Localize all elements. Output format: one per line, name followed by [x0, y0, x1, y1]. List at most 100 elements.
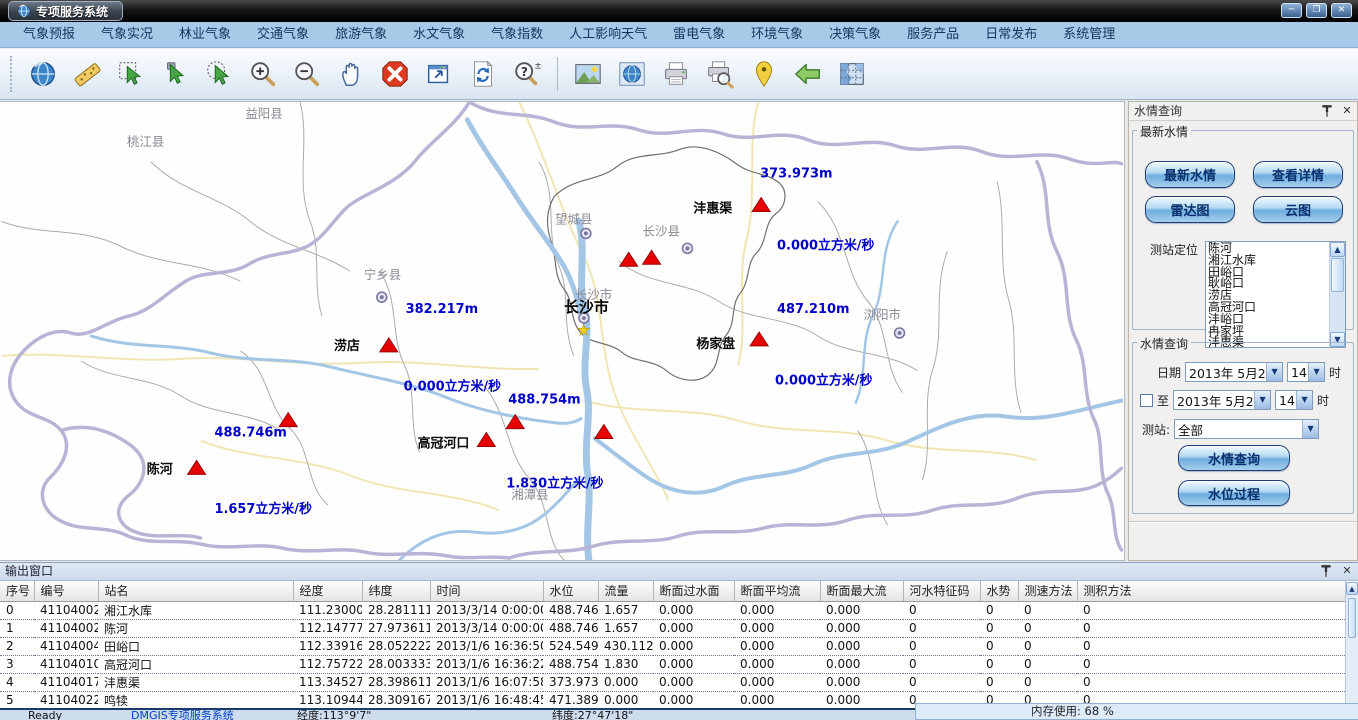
table-row[interactable]: 241104004田峪口112.33916728.0522222013/1/6 … — [0, 637, 1345, 655]
column-header[interactable]: 流量 — [598, 581, 653, 601]
column-header[interactable]: 水势 — [980, 581, 1018, 601]
latest-water-button[interactable]: 查看详情 — [1253, 161, 1343, 188]
help-zoom-button[interactable]: ? ± — [509, 55, 545, 93]
column-header[interactable]: 断面最大流 — [820, 581, 903, 601]
menu-item[interactable]: 气象预报 — [10, 22, 88, 48]
column-header[interactable]: 序号 — [0, 581, 34, 601]
output-close-icon[interactable]: ✕ — [1340, 564, 1354, 578]
hour-dropdown-icon[interactable]: ▼ — [1308, 363, 1324, 381]
export-window-button[interactable] — [421, 55, 457, 93]
table-row[interactable]: 141104002陈河112.14777827.9736112013/3/14 … — [0, 619, 1345, 637]
hour2-dropdown-icon[interactable]: ▼ — [1296, 391, 1312, 409]
globe-image-button[interactable] — [614, 55, 650, 93]
station-triangle-marker[interactable] — [752, 198, 770, 212]
restore-button[interactable]: ❐ — [1306, 3, 1327, 18]
column-header[interactable]: 测速方法 — [1018, 581, 1077, 601]
column-header[interactable]: 测积方法 — [1077, 581, 1345, 601]
station-triangle-marker[interactable] — [188, 460, 206, 474]
menu-item[interactable]: 雷电气象 — [660, 22, 738, 48]
location-pin-button[interactable] — [746, 55, 782, 93]
zoom-in-button[interactable] — [245, 55, 281, 93]
hour2-combo[interactable]: 14 ▼ — [1275, 390, 1313, 410]
menu-item[interactable]: 交通气象 — [244, 22, 322, 48]
column-header[interactable]: 站名 — [98, 581, 293, 601]
hour2-suffix-label: 时 — [1317, 392, 1329, 409]
menu-item[interactable]: 旅游气象 — [322, 22, 400, 48]
map-annotation: 1.657立方米/秒 — [215, 501, 312, 517]
output-scroll-thumb[interactable] — [1348, 598, 1356, 638]
column-header[interactable]: 断面平均流 — [734, 581, 820, 601]
column-header[interactable]: 河水特征码 — [903, 581, 980, 601]
station-triangle-marker[interactable] — [620, 252, 638, 266]
menu-item[interactable]: 水文气象 — [400, 22, 478, 48]
table-row[interactable]: 341104010高冠河口112.75722228.0033332013/1/6… — [0, 655, 1345, 673]
close-button[interactable]: ✕ — [1331, 3, 1352, 18]
output-pin-icon[interactable] — [1319, 564, 1333, 578]
station-triangle-marker[interactable] — [380, 338, 398, 352]
station-triangle-marker[interactable] — [477, 433, 495, 447]
table-row[interactable]: 441104017沣惠渠113.34527828.3986112013/1/6 … — [0, 673, 1345, 691]
latest-water-button[interactable]: 雷达图 — [1145, 196, 1235, 223]
output-table[interactable]: 序号编号站名经度纬度时间水位流量断面过水面断面平均流断面最大流河水特征码水势测速… — [0, 581, 1346, 720]
select-region-button[interactable] — [113, 55, 149, 93]
station-triangle-marker[interactable] — [595, 425, 613, 439]
column-header[interactable]: 经度 — [293, 581, 362, 601]
station-dropdown-icon[interactable]: ▼ — [1302, 420, 1318, 438]
column-header[interactable]: 时间 — [430, 581, 543, 601]
column-header[interactable]: 编号 — [34, 581, 98, 601]
select-arrow-button[interactable] — [157, 55, 193, 93]
scroll-thumb[interactable] — [1331, 258, 1344, 292]
status-longitude: 经度:113°9'7" — [297, 710, 371, 720]
pin-icon[interactable] — [1320, 104, 1334, 118]
minimize-button[interactable]: ─ — [1281, 3, 1302, 18]
map-view[interactable]: 益阳县桃江县宁乡县望城县长沙县长沙市浏阳市湘潭县★涝店陈河高冠河口沣惠渠杨家盘长… — [0, 101, 1125, 561]
date2-combo[interactable]: 2013年 5月20日 ▼ — [1173, 390, 1271, 410]
stop-button[interactable] — [377, 55, 413, 93]
back-button[interactable] — [790, 55, 826, 93]
menu-item[interactable]: 气象指数 — [478, 22, 556, 48]
output-scroll-up-icon[interactable]: ▲ — [1346, 582, 1358, 595]
station-combo[interactable]: 全部 ▼ — [1174, 419, 1319, 439]
print-button[interactable] — [658, 55, 694, 93]
hour-combo[interactable]: 14 ▼ — [1287, 362, 1325, 382]
station-listbox[interactable]: 陈河湘江水库田峪口耿峪口涝店高冠河口沣峪口冉家坪沣惠渠 ▲ ▼ — [1205, 241, 1346, 348]
print-preview-button[interactable] — [702, 55, 738, 93]
measure-button[interactable] — [69, 55, 105, 93]
output-title: 输出窗口 — [5, 564, 53, 578]
date-combo[interactable]: 2013年 5月20日 ▼ — [1185, 362, 1283, 382]
zoom-out-button[interactable] — [289, 55, 325, 93]
column-header[interactable]: 水位 — [543, 581, 598, 601]
station-triangle-marker[interactable] — [750, 332, 768, 346]
grid-map-button[interactable] — [834, 55, 870, 93]
latest-water-button[interactable]: 云图 — [1253, 196, 1343, 223]
menu-item[interactable]: 林业气象 — [166, 22, 244, 48]
globe-button[interactable] — [25, 55, 61, 93]
date2-dropdown-icon[interactable]: ▼ — [1254, 391, 1270, 409]
menu-item[interactable]: 决策气象 — [816, 22, 894, 48]
station-list-scrollbar[interactable]: ▲ ▼ — [1329, 242, 1345, 347]
menu-item[interactable]: 气象实况 — [88, 22, 166, 48]
menu-item[interactable]: 系统管理 — [1050, 22, 1128, 48]
menu-item[interactable]: 环境气象 — [738, 22, 816, 48]
query-button[interactable]: 水情查询 — [1178, 445, 1290, 471]
column-header[interactable]: 纬度 — [362, 581, 430, 601]
date-label: 日期 — [1157, 364, 1181, 381]
refresh-button[interactable] — [465, 55, 501, 93]
table-row[interactable]: 041104002湘江水库111.23000028.2811112013/3/1… — [0, 601, 1345, 619]
column-header[interactable]: 断面过水面 — [653, 581, 734, 601]
select-circle-button[interactable] — [201, 55, 237, 93]
station-triangle-marker[interactable] — [643, 250, 661, 264]
panel-close-icon[interactable]: ✕ — [1340, 104, 1354, 118]
menu-item[interactable]: 日常发布 — [972, 22, 1050, 48]
pan-button[interactable] — [333, 55, 369, 93]
image-button[interactable] — [570, 55, 606, 93]
scroll-up-icon[interactable]: ▲ — [1330, 242, 1345, 257]
menu-item[interactable]: 人工影响天气 — [556, 22, 660, 48]
latest-water-button[interactable]: 最新水情 — [1145, 161, 1235, 188]
menu-item[interactable]: 服务产品 — [894, 22, 972, 48]
query-button[interactable]: 水位过程 — [1178, 480, 1290, 506]
date-dropdown-icon[interactable]: ▼ — [1266, 363, 1282, 381]
to-checkbox[interactable] — [1140, 394, 1153, 407]
map-county-label: 浏阳市 — [864, 307, 901, 322]
output-scrollbar[interactable]: ▲ — [1345, 582, 1358, 708]
